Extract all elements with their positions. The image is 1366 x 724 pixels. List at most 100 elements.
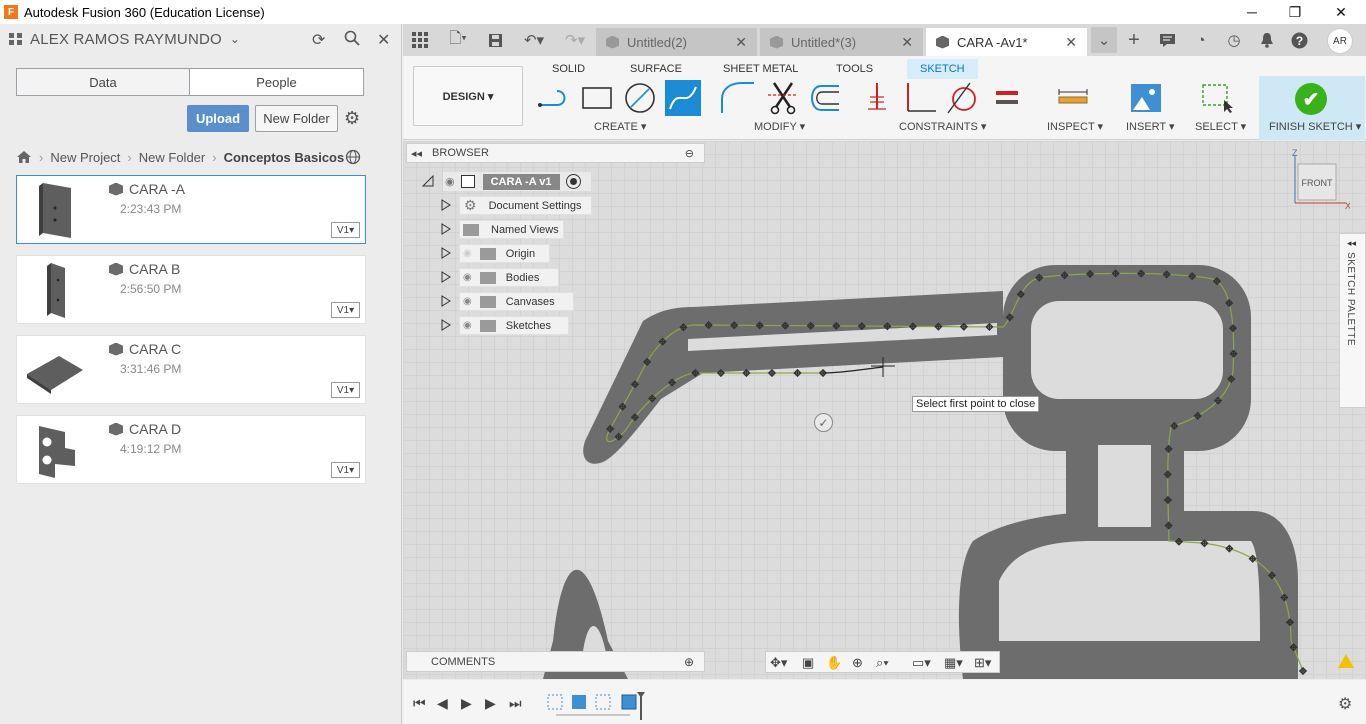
constraints-menu[interactable]: CONSTRAINTS ▾ [899, 120, 986, 133]
step-forward-icon[interactable]: ▶ [485, 695, 496, 712]
tab-overflow-chevron-icon[interactable]: ⌄ [1091, 27, 1117, 53]
grid-settings-icon[interactable]: ▦▾ [944, 655, 963, 671]
version-dropdown[interactable]: V1▾ [331, 222, 360, 238]
step-back-icon[interactable]: ◀ [437, 695, 448, 712]
new-folder-button[interactable]: New Folder [255, 105, 338, 132]
expand-arrow-icon[interactable] [441, 319, 451, 331]
expand-arrow-icon[interactable] [441, 223, 451, 235]
browser-node-named-views[interactable]: Named Views [459, 220, 564, 239]
save-icon[interactable] [484, 29, 506, 51]
display-settings-icon[interactable]: ▭▾ [912, 655, 931, 671]
warning-icon[interactable] [1338, 654, 1354, 668]
expand-palette-icon[interactable]: ◂◂ [1347, 238, 1356, 249]
browser-node-sketches[interactable]: ◉ Sketches [459, 316, 569, 335]
browser-node-origin[interactable]: ◉ Origin [459, 244, 550, 263]
gear-icon[interactable]: ⚙ [1338, 694, 1352, 714]
inspect-menu[interactable]: INSPECT ▾ [1047, 120, 1103, 133]
tab-cara-a[interactable]: CARA -Av1* ✕ [926, 28, 1087, 56]
breadcrumb-item[interactable]: New Project [50, 150, 120, 165]
version-dropdown[interactable]: V1▾ [331, 302, 360, 318]
tangent-constraint-icon[interactable] [945, 80, 981, 116]
minimize-button[interactable]: ─ [1229, 0, 1275, 24]
expand-arrow-icon[interactable] [441, 271, 451, 283]
close-window-button[interactable]: ✕ [1318, 0, 1364, 24]
equal-constraint-icon[interactable] [989, 80, 1025, 116]
search-icon[interactable] [344, 30, 360, 51]
trim-scissors-icon[interactable] [765, 80, 801, 116]
job-status-icon[interactable]: ◔ [1190, 29, 1212, 51]
finish-sketch-check-icon[interactable]: ✔ [1295, 83, 1327, 115]
viewcube[interactable]: FRONT Z X [1290, 148, 1350, 210]
expand-arrow-icon[interactable] [441, 295, 451, 307]
tab-sheet-metal[interactable]: SHEET METAL [723, 59, 798, 79]
finish-sketch-button[interactable]: FINISH SKETCH ▾ [1269, 120, 1361, 133]
new-tab-plus-icon[interactable]: + [1123, 29, 1145, 51]
tab-sketch[interactable]: SKETCH [907, 59, 978, 79]
version-dropdown[interactable]: V1▾ [331, 462, 360, 478]
home-icon[interactable] [16, 150, 32, 164]
spline-point-marker[interactable] [767, 368, 777, 378]
user-name[interactable]: ALEX RAMOS RAYMUNDO [30, 31, 222, 48]
version-dropdown[interactable]: V1▾ [331, 382, 360, 398]
spline-point-marker[interactable] [1298, 666, 1308, 676]
active-radio-icon[interactable] [565, 174, 581, 189]
tab-people[interactable]: People [189, 68, 364, 96]
add-comment-icon[interactable]: ⊕ [684, 655, 694, 669]
fillet-tool-icon[interactable] [719, 80, 755, 116]
minimize-browser-icon[interactable]: ⊖ [685, 147, 694, 160]
comment-icon[interactable] [1156, 29, 1178, 51]
sketch-palette-panel[interactable]: ◂◂ SKETCH PALETTE [1339, 233, 1366, 408]
browser-node-bodies[interactable]: ◉ Bodies [459, 268, 559, 287]
insert-menu[interactable]: INSERT ▾ [1126, 120, 1175, 133]
browser-root-row[interactable]: ◉ CARA -A v1 [443, 172, 591, 191]
browser-node-document-settings[interactable]: ⚙ Document Settings [459, 196, 592, 215]
avatar[interactable]: AR [1327, 28, 1353, 54]
insert-image-icon[interactable] [1128, 80, 1164, 116]
workspace-switcher[interactable]: DESIGN ▾ [413, 66, 523, 126]
chevron-down-icon[interactable]: ⌄ [230, 32, 240, 46]
close-tab-icon[interactable]: ✕ [1065, 34, 1077, 51]
restore-button[interactable]: ❐ [1272, 0, 1318, 24]
circle-tool-icon[interactable] [622, 80, 658, 116]
globe-icon[interactable] [345, 149, 361, 169]
modify-menu[interactable]: MODIFY ▾ [754, 120, 805, 133]
perpendicular-constraint-icon[interactable] [903, 80, 939, 116]
coincident-constraint-icon[interactable] [859, 80, 895, 116]
file-menu-icon[interactable]: 🗋▾ [443, 29, 473, 51]
gear-icon[interactable]: ⚙ [344, 108, 360, 129]
clock-icon[interactable]: ◷ [1223, 29, 1245, 51]
create-menu[interactable]: CREATE ▾ [594, 120, 646, 133]
measure-ruler-icon[interactable] [1055, 80, 1091, 116]
close-tab-icon[interactable]: ✕ [735, 34, 747, 51]
collapse-browser-icon[interactable]: ◂◂ [411, 147, 422, 160]
file-card[interactable]: CARA B 2:56:50 PM V1▾ [16, 255, 366, 324]
file-card[interactable]: CARA C 3:31:46 PM V1▾ [16, 335, 366, 404]
orbit-icon[interactable]: ✥▾ [770, 655, 787, 671]
go-to-start-icon[interactable]: ⏮ [413, 695, 426, 712]
visibility-eye-icon[interactable]: ◉ [445, 175, 455, 188]
close-panel-icon[interactable]: ✕ [377, 30, 390, 50]
close-tab-icon[interactable]: ✕ [901, 34, 913, 51]
line-tool-icon[interactable] [536, 80, 572, 116]
play-icon[interactable]: ▶ [461, 695, 472, 712]
select-window-icon[interactable] [1199, 80, 1235, 116]
breadcrumb-item[interactable]: New Folder [139, 150, 205, 165]
notification-bell-icon[interactable] [1256, 29, 1278, 51]
viewports-icon[interactable]: ⊞▾ [974, 655, 991, 671]
tab-tools[interactable]: TOOLS [836, 59, 873, 79]
file-card[interactable]: CARA -A 2:23:43 PM V1▾ [16, 175, 366, 244]
look-at-icon[interactable]: ▣ [802, 655, 814, 671]
expand-triangle-icon[interactable] [421, 174, 435, 188]
zoom-icon[interactable]: ⊕ [852, 655, 863, 671]
refresh-icon[interactable]: ⟳ [312, 30, 325, 50]
timeline-features[interactable] [546, 692, 646, 720]
visibility-eye-icon[interactable]: ◉ [463, 272, 472, 283]
offset-tool-icon[interactable] [806, 80, 842, 116]
hubs-icon[interactable] [8, 32, 24, 46]
spline-tool-icon[interactable] [665, 80, 701, 116]
pan-hand-icon[interactable]: ✋ [826, 655, 842, 671]
expand-arrow-icon[interactable] [441, 199, 451, 211]
rectangle-tool-icon[interactable] [579, 80, 615, 116]
undo-icon[interactable]: ↶▾ [518, 29, 550, 51]
tab-surface[interactable]: SURFACE [630, 59, 682, 79]
